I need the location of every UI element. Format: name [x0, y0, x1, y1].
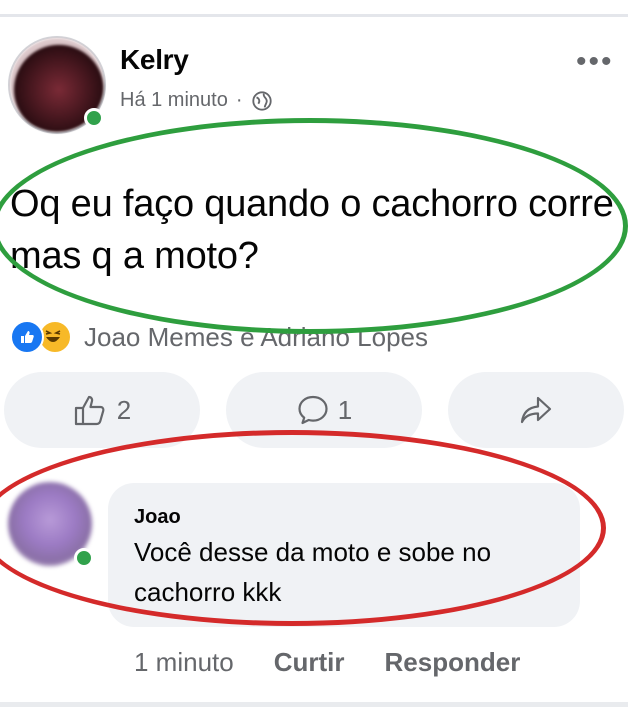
commenter-online-dot [74, 548, 94, 568]
like-count: 2 [116, 394, 132, 425]
comment-like-button[interactable]: Curtir [274, 647, 345, 678]
comment-actions: 1 minuto Curtir Responder [134, 647, 520, 678]
more-options-icon[interactable]: ••• [576, 47, 614, 77]
like-button[interactable]: 2 [4, 372, 200, 448]
comment-button[interactable]: 1 [226, 372, 422, 448]
comment-time[interactable]: 1 minuto [134, 647, 234, 678]
comment-text: Você desse da moto e sobe no cachorro kk… [134, 537, 492, 607]
comment-count: 1 [337, 394, 353, 425]
top-divider [0, 14, 628, 17]
comment-reply-button[interactable]: Responder [385, 647, 521, 678]
bottom-divider [0, 702, 628, 707]
post-text: Oq eu faço quando o cachorro corre mas q… [10, 183, 614, 277]
share-button[interactable] [448, 372, 624, 448]
online-status-dot [84, 108, 104, 128]
like-reaction-icon [10, 320, 44, 354]
meta-separator: · [235, 89, 243, 111]
post-author-name[interactable]: Kelry [120, 44, 189, 76]
reactions-summary[interactable]: Joao Memes e Adriano Lopes [10, 320, 428, 354]
reactions-names: Joao Memes e Adriano Lopes [84, 321, 428, 352]
comment-author-name[interactable]: Joao [134, 506, 181, 529]
thumbs-up-icon [74, 395, 105, 426]
post-timestamp[interactable]: Há 1 minuto [120, 89, 228, 112]
post-meta: Há 1 minuto · [120, 89, 273, 112]
comment-icon [298, 395, 328, 425]
share-arrow-icon [520, 396, 552, 424]
globe-icon [251, 90, 272, 111]
